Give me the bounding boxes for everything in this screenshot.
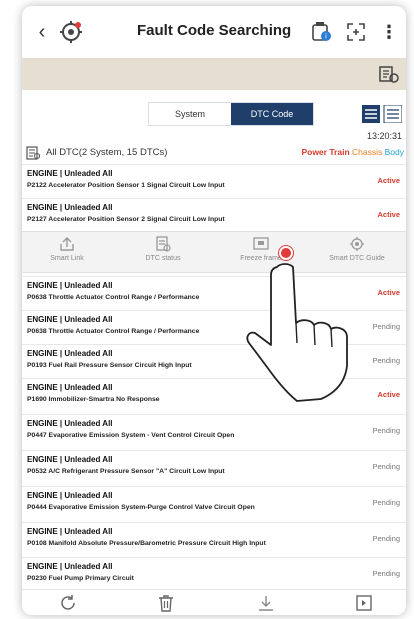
- dtc-row[interactable]: ENGINE | Unleaded All P0532 A/C Refriger…: [22, 450, 406, 482]
- export-icon[interactable]: [354, 593, 374, 613]
- dtc-ecu: ENGINE | Unleaded All: [27, 527, 113, 536]
- dtc-summary: All DTC(2 System, 15 DTCs) Power Train C…: [26, 145, 404, 161]
- dtc-status: Pending: [372, 356, 400, 365]
- delete-icon[interactable]: [156, 593, 176, 613]
- svg-text:i: i: [325, 33, 327, 41]
- category-body[interactable]: Body: [385, 147, 404, 157]
- share-icon: [60, 237, 74, 251]
- vci-status-icon[interactable]: i: [310, 20, 334, 44]
- fullscreen-icon[interactable]: [344, 20, 368, 44]
- vehicle-info-bar: [22, 58, 406, 90]
- dtc-description: P0193 Fuel Rail Pressure Sensor Circuit …: [27, 362, 192, 369]
- touch-point-indicator: [279, 246, 293, 260]
- dtc-row[interactable]: ENGINE | Unleaded All P2122 Accelerator …: [22, 164, 406, 196]
- dtc-status-icon: [156, 236, 171, 252]
- dtc-description: P0638 Throttle Actuator Control Range / …: [27, 294, 200, 301]
- dtc-guide-icon: [350, 237, 364, 251]
- dtc-description: P0532 A/C Refrigerant Pressure Sensor "A…: [27, 468, 225, 475]
- dtc-status: Pending: [372, 322, 400, 331]
- dtc-status: Pending: [372, 498, 400, 507]
- dtc-row[interactable]: ENGINE | Unleaded All P0444 Evaporative …: [22, 486, 406, 518]
- dtc-ecu: ENGINE | Unleaded All: [27, 281, 113, 290]
- bottom-toolbar: [22, 589, 406, 615]
- dtc-ecu: ENGINE | Unleaded All: [27, 562, 113, 571]
- dtc-description: P0638 Throttle Actuator Control Range / …: [27, 328, 200, 335]
- dtc-description: P2127 Accelerator Position Sensor 2 Sign…: [27, 216, 225, 223]
- dtc-ecu: ENGINE | Unleaded All: [27, 455, 113, 464]
- dtc-ecu: ENGINE | Unleaded All: [27, 383, 113, 392]
- dtc-description: P2122 Accelerator Position Sensor 1 Sign…: [27, 182, 225, 189]
- dtc-list-icon: [26, 146, 40, 160]
- dtc-description: P0447 Evaporative Emission System - Vent…: [27, 432, 235, 439]
- smart-link-button[interactable]: Smart Link: [22, 236, 112, 262]
- category-filter: Power Train Chassis Body: [301, 147, 404, 157]
- view-mode-tabs: System DTC Code: [148, 102, 314, 126]
- dtc-status: Active: [377, 288, 400, 297]
- dtc-status: Pending: [372, 462, 400, 471]
- gear-icon[interactable]: [58, 19, 84, 45]
- dtc-status: Active: [377, 210, 400, 219]
- dtc-description: P0444 Evaporative Emission System-Purge …: [27, 504, 255, 511]
- dtc-ecu: ENGINE | Unleaded All: [27, 203, 113, 212]
- pointing-hand-icon: [246, 263, 348, 402]
- dtc-status: Pending: [372, 534, 400, 543]
- tab-dtc-code[interactable]: DTC Code: [231, 103, 313, 125]
- dtc-ecu: ENGINE | Unleaded All: [27, 349, 113, 358]
- freeze-frame-button[interactable]: Freeze frame: [216, 236, 306, 262]
- tab-system[interactable]: System: [149, 103, 231, 125]
- dtc-ecu: ENGINE | Unleaded All: [27, 419, 113, 428]
- dtc-row[interactable]: ENGINE | Unleaded All P0447 Evaporative …: [22, 414, 406, 446]
- dtc-status: Pending: [372, 569, 400, 578]
- page-title: Fault Code Searching: [137, 22, 292, 39]
- download-icon[interactable]: [256, 593, 276, 613]
- refresh-icon[interactable]: [58, 593, 78, 613]
- list-view-toggle[interactable]: [362, 105, 402, 123]
- dtc-ecu: ENGINE | Unleaded All: [27, 491, 113, 500]
- kebab-icon[interactable]: ⋮: [380, 20, 398, 44]
- smart-link-label: Smart Link: [50, 255, 84, 262]
- timestamp: 13:20:31: [366, 131, 402, 141]
- dtc-status: Active: [377, 390, 400, 399]
- dtc-row[interactable]: ENGINE | Unleaded All P2127 Accelerator …: [22, 198, 406, 230]
- dtc-row[interactable]: ENGINE | Unleaded All P0230 Fuel Pump Pr…: [22, 557, 406, 589]
- category-chassis[interactable]: Chassis: [352, 147, 382, 157]
- back-icon[interactable]: ‹: [30, 20, 54, 44]
- dtc-status: Active: [377, 176, 400, 185]
- dtc-ecu: ENGINE | Unleaded All: [27, 169, 113, 178]
- dtc-count-text: All DTC(2 System, 15 DTCs): [46, 147, 168, 158]
- dtc-status: Pending: [372, 426, 400, 435]
- dtc-description: P0230 Fuel Pump Primary Circuit: [27, 575, 134, 582]
- dtc-row[interactable]: ENGINE | Unleaded All P0108 Manifold Abs…: [22, 522, 406, 554]
- dtc-ecu: ENGINE | Unleaded All: [27, 315, 113, 324]
- smart-dtc-guide-button[interactable]: Smart DTC Guide: [312, 236, 402, 262]
- dtc-description: P0108 Manifold Absolute Pressure/Baromet…: [27, 540, 266, 547]
- category-power-train[interactable]: Power Train: [301, 147, 349, 157]
- dtc-description: P1690 Immobilizer-Smartra No Response: [27, 396, 160, 403]
- freeze-frame-icon: [253, 237, 269, 250]
- dtc-status-button[interactable]: DTC status: [118, 236, 208, 262]
- dtc-status-label: DTC status: [145, 255, 181, 262]
- top-bar: ‹ Fault Code Searching i ⋮: [22, 14, 406, 50]
- ecu-icon[interactable]: [378, 64, 400, 84]
